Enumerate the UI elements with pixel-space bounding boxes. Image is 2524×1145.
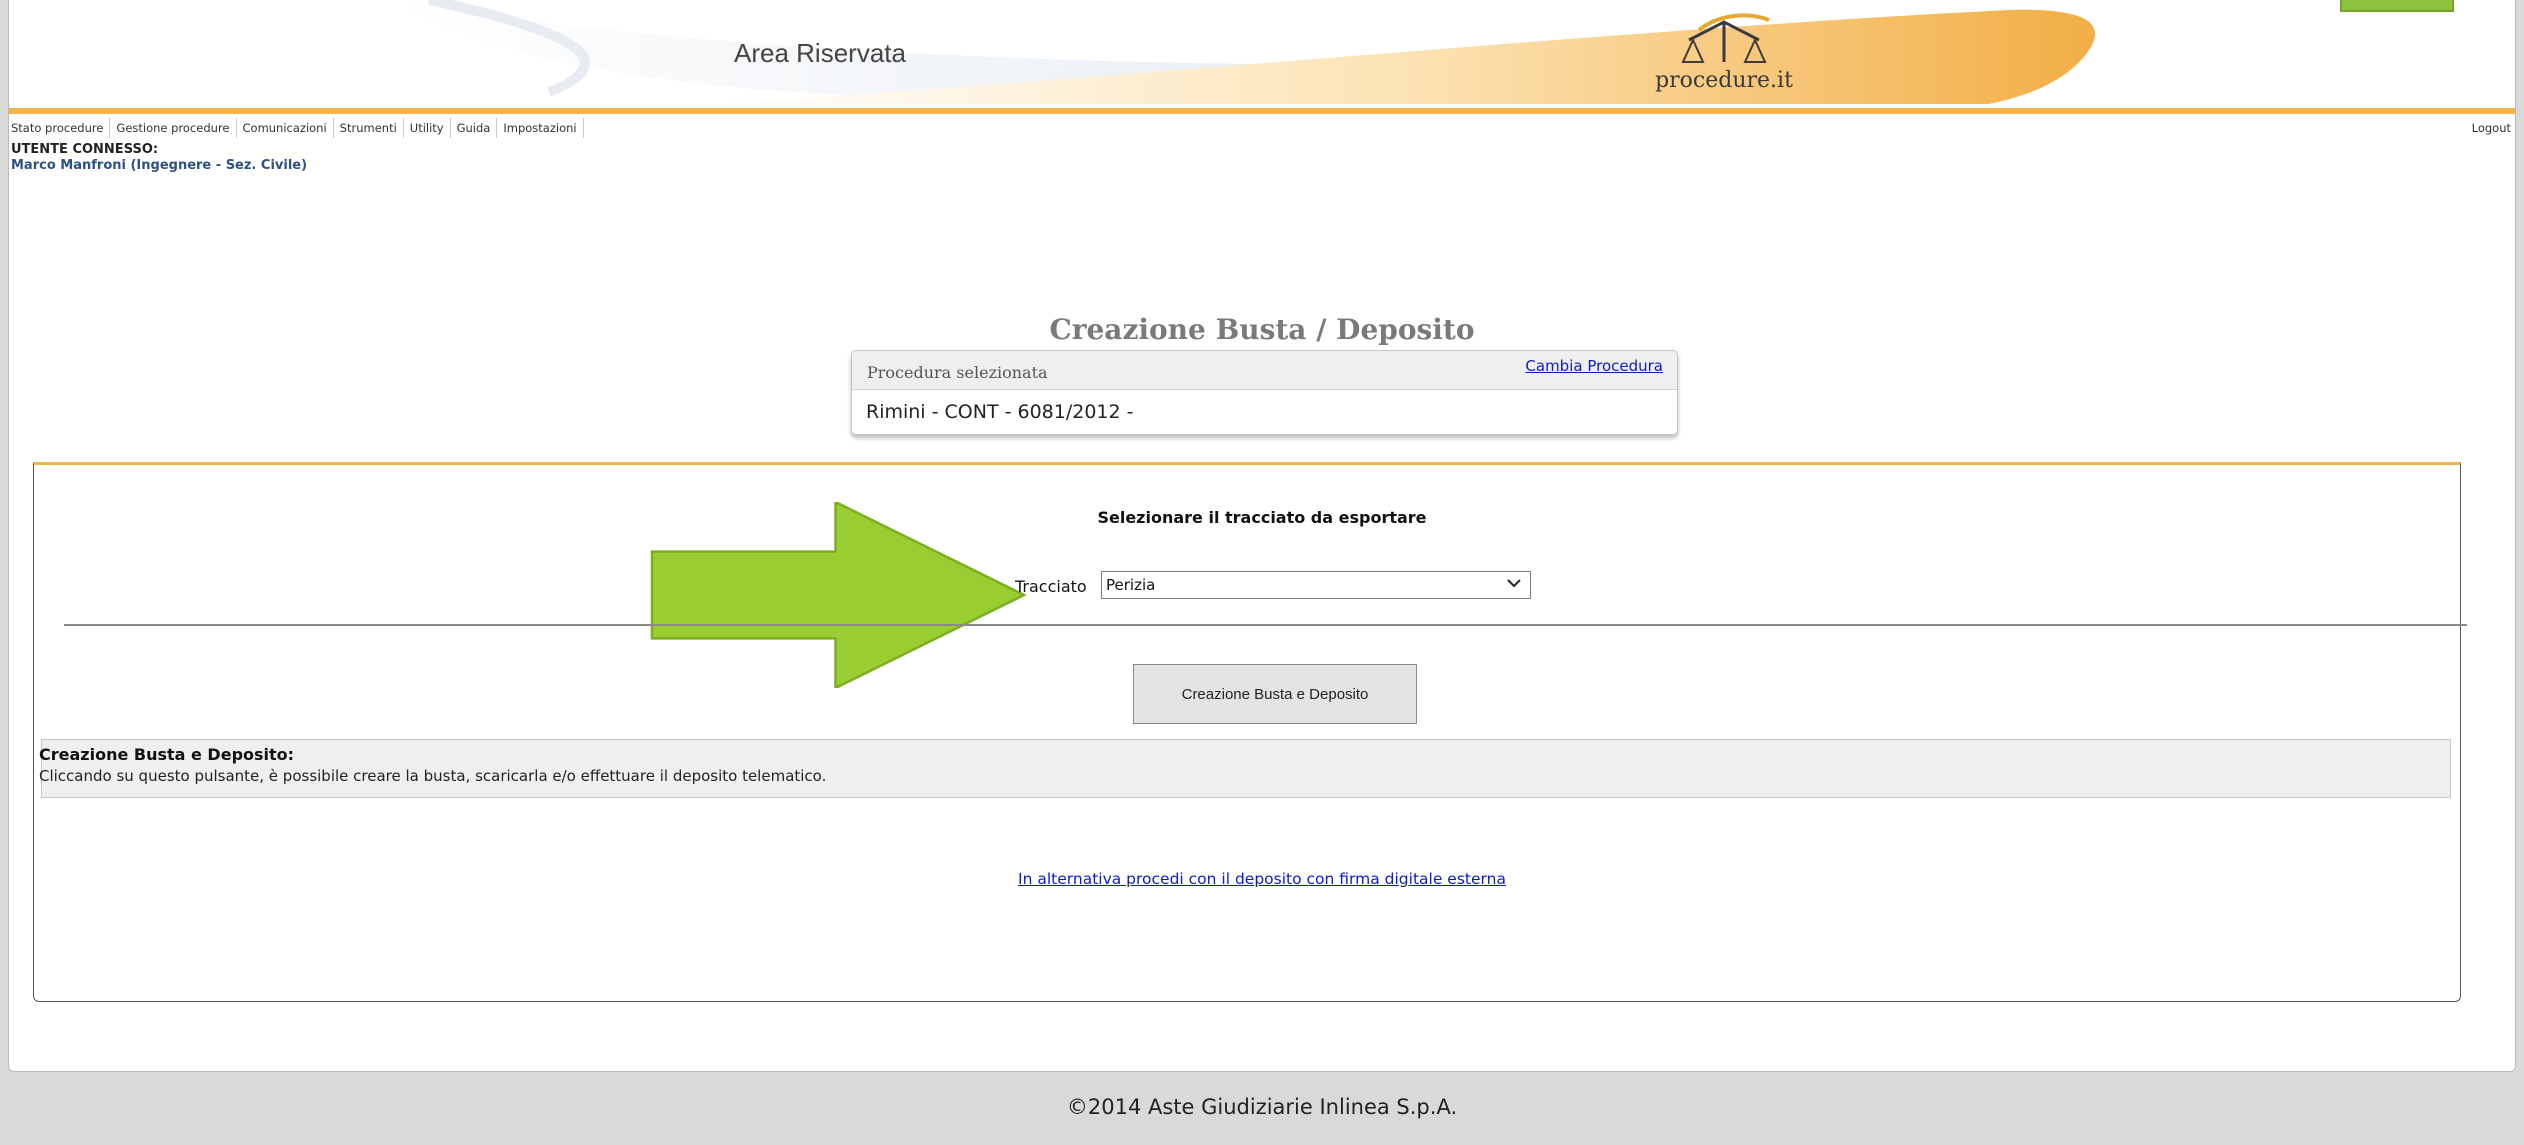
- procedure-box-header: Procedura selezionata Cambia Procedura: [852, 351, 1677, 390]
- change-procedure-link[interactable]: Cambia Procedura: [1525, 357, 1663, 375]
- user-name: Marco Manfroni (Ingegnere - Sez. Civile): [11, 158, 308, 173]
- info-title: Creazione Busta e Deposito:: [39, 745, 295, 764]
- logout-link[interactable]: Logout: [2472, 121, 2511, 135]
- menu-item-utility[interactable]: Utility: [404, 118, 451, 138]
- tracciato-label: Tracciato: [1015, 577, 1087, 596]
- procedure-value: Rimini - CONT - 6081/2012 -: [866, 401, 1134, 423]
- external-signature-deposit-link[interactable]: In alternativa procedi con il deposito c…: [1018, 870, 1506, 888]
- page-title: Creazione Busta / Deposito: [1049, 313, 1475, 346]
- menu-item-guida[interactable]: Guida: [451, 118, 498, 138]
- connected-user: UTENTE CONNESSO: Marco Manfroni (Ingegne…: [11, 142, 307, 173]
- tracciato-selected-value: Perizia: [1106, 576, 1156, 594]
- select-track-title: Selezionare il tracciato da esportare: [1097, 508, 1427, 527]
- menu-item-gestione-procedure[interactable]: Gestione procedure: [110, 118, 237, 138]
- menu-item-comunicazioni[interactable]: Comunicazioni: [237, 118, 334, 138]
- menu-item-stato-procedure[interactable]: Stato procedure: [9, 118, 111, 138]
- header-divider: [9, 108, 2515, 114]
- top-menu: Stato procedure Gestione procedure Comun…: [9, 118, 2515, 140]
- area-riservata-title: Area Riservata: [734, 38, 906, 68]
- green-corner-badge: [2340, 0, 2454, 12]
- chevron-down-icon: [1507, 579, 1521, 588]
- header-banner: Area Riservata procedure.it: [9, 0, 2515, 110]
- logo-text: procedure.it: [1655, 68, 1793, 93]
- procedure-label: Procedura selezionata: [867, 363, 1048, 382]
- info-text: Cliccando su questo pulsante, è possibil…: [39, 767, 827, 785]
- tracciato-select[interactable]: Perizia: [1101, 571, 1531, 599]
- export-panel: [33, 462, 2461, 1002]
- form-divider: [64, 624, 2467, 626]
- selected-procedure-box: Procedura selezionata Cambia Procedura R…: [851, 350, 1678, 435]
- create-envelope-deposit-button[interactable]: Creazione Busta e Deposito: [1133, 664, 1417, 724]
- user-label: UTENTE CONNESSO:: [11, 142, 159, 157]
- page-frame: Area Riservata procedure.it Stato proced…: [8, 0, 2516, 1072]
- menu-item-strumenti[interactable]: Strumenti: [334, 118, 404, 138]
- menu-item-impostazioni[interactable]: Impostazioni: [497, 118, 584, 138]
- footer-copyright: ©2014 Aste Giudiziarie Inlinea S.p.A.: [1066, 1095, 1458, 1119]
- header-swoosh-art: [389, 0, 2096, 105]
